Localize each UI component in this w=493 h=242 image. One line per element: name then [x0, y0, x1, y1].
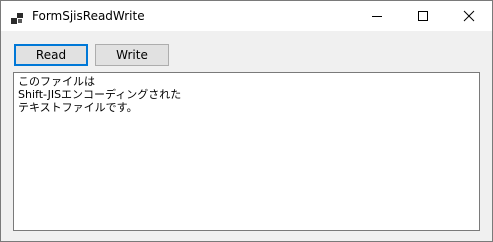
- maximize-button[interactable]: [400, 1, 446, 31]
- app-window: FormSjisReadWrite Read Write このファイルは Shi…: [0, 0, 493, 242]
- content-textbox[interactable]: このファイルは Shift-JISエンコーディングされた テキストファイルです。: [13, 72, 480, 231]
- close-icon: [463, 7, 475, 26]
- textbox-line: テキストファイルです。: [18, 101, 138, 114]
- winforms-app-icon: [11, 10, 23, 24]
- textbox-line: このファイルは: [18, 75, 95, 88]
- read-button[interactable]: Read: [14, 44, 88, 66]
- window-title: FormSjisReadWrite: [32, 9, 145, 23]
- title-bar[interactable]: FormSjisReadWrite: [1, 1, 492, 31]
- maximize-icon: [417, 7, 429, 26]
- minimize-icon: [371, 7, 383, 26]
- write-button[interactable]: Write: [95, 44, 169, 66]
- close-button[interactable]: [446, 1, 492, 31]
- textbox-line: Shift-JISエンコーディングされた: [18, 88, 182, 101]
- minimize-button[interactable]: [354, 1, 400, 31]
